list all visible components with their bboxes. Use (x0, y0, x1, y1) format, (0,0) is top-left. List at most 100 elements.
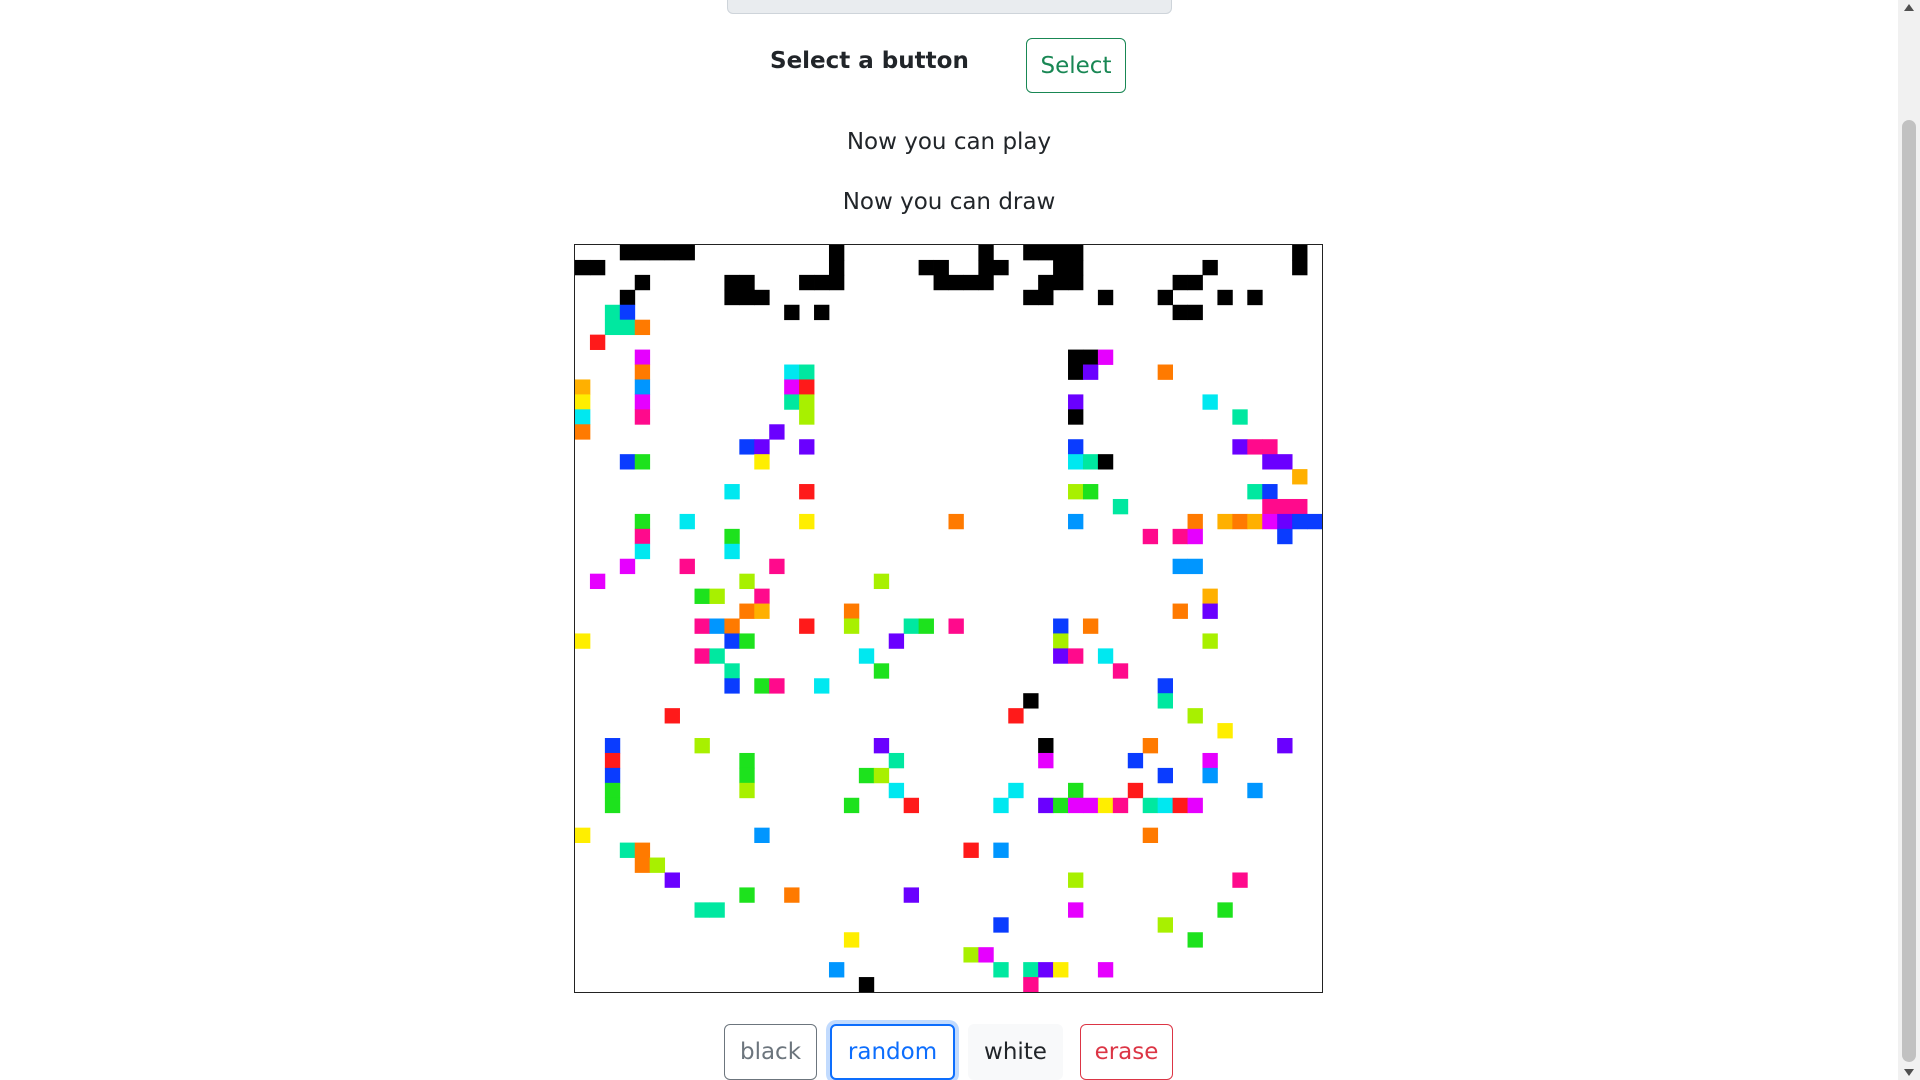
pixel-cell[interactable] (1038, 738, 1054, 754)
pixel-cell[interactable] (799, 394, 815, 410)
pixel-cell[interactable] (784, 394, 800, 410)
pixel-cell[interactable] (1038, 274, 1054, 291)
pixel-cell[interactable] (784, 304, 800, 321)
white-button[interactable]: white (968, 1024, 1063, 1080)
pixel-cell[interactable] (1217, 289, 1233, 306)
pixel-cell[interactable] (828, 962, 845, 978)
pixel-cell[interactable] (709, 618, 725, 634)
pixel-cell[interactable] (1232, 513, 1248, 530)
pixel-cell[interactable] (993, 259, 1009, 276)
pixel-cell[interactable] (843, 603, 860, 619)
pixel-cell[interactable] (1053, 633, 1069, 649)
pixel-cell[interactable] (754, 603, 770, 619)
pixel-cell[interactable] (1038, 752, 1054, 769)
pixel-cell[interactable] (903, 797, 920, 814)
pixel-cell[interactable] (1202, 752, 1218, 769)
scroll-up-arrow-icon[interactable] (1904, 4, 1914, 11)
random-button[interactable]: random (830, 1024, 955, 1080)
pixel-cell[interactable] (679, 513, 695, 530)
pixel-cell[interactable] (1127, 752, 1144, 769)
pixel-cell[interactable] (903, 887, 920, 903)
pixel-cell[interactable] (1172, 558, 1188, 575)
pixel-cell[interactable] (1112, 498, 1129, 515)
pixel-cell[interactable] (843, 932, 860, 948)
select-button[interactable]: Select (1026, 38, 1126, 93)
pixel-cell[interactable] (739, 289, 755, 306)
pixel-cell[interactable] (1262, 439, 1278, 455)
pixel-cell[interactable] (1068, 349, 1084, 365)
pixel-cell[interactable] (634, 319, 651, 336)
pixel-cell[interactable] (1068, 394, 1084, 410)
pixel-cell[interactable] (814, 304, 830, 321)
pixel-cell[interactable] (1023, 693, 1039, 709)
pixel-cell[interactable] (1202, 767, 1218, 784)
pixel-cell[interactable] (1202, 633, 1218, 649)
pixel-cell[interactable] (1277, 513, 1293, 530)
pixel-cell[interactable] (575, 394, 591, 410)
pixel-cell[interactable] (724, 543, 740, 560)
pixel-cell[interactable] (1307, 513, 1322, 530)
pixel-cell[interactable] (1187, 797, 1203, 814)
pixel-cell[interactable] (619, 304, 636, 321)
pixel-cell[interactable] (649, 245, 666, 261)
pixel-cell[interactable] (604, 797, 621, 814)
pixel-cell[interactable] (1097, 454, 1114, 470)
pixel-cell[interactable] (799, 618, 815, 634)
pixel-cell[interactable] (739, 887, 755, 903)
pixel-cell[interactable] (1292, 259, 1308, 276)
pixel-cell[interactable] (1053, 648, 1069, 664)
pixel-cell[interactable] (1082, 454, 1099, 470)
pixel-cell[interactable] (694, 738, 710, 754)
pixel-cell[interactable] (1023, 962, 1039, 978)
pixel-cell[interactable] (993, 962, 1009, 978)
pixel-cell[interactable] (1202, 259, 1218, 276)
pixel-cell[interactable] (1068, 648, 1084, 664)
pixel-cell[interactable] (1038, 962, 1054, 978)
pixel-cell[interactable] (1038, 289, 1054, 306)
pixel-cell[interactable] (724, 289, 740, 306)
pixel-cell[interactable] (799, 484, 815, 500)
pixel-cell[interactable] (1157, 678, 1173, 694)
pixel-cell[interactable] (1157, 767, 1173, 784)
pixel-cell[interactable] (1068, 245, 1084, 261)
pixel-cell[interactable] (828, 274, 845, 291)
pixel-cell[interactable] (694, 588, 710, 604)
pixel-cell[interactable] (948, 513, 964, 530)
pixel-cell[interactable] (1202, 603, 1218, 619)
pixel-cell[interactable] (1097, 289, 1114, 306)
pixel-cell[interactable] (575, 409, 591, 425)
pixel-cell[interactable] (963, 274, 979, 291)
pixel-cell[interactable] (724, 274, 740, 291)
pixel-cell[interactable] (1157, 364, 1173, 380)
pixel-cell[interactable] (1232, 439, 1248, 455)
pixel-cell[interactable] (799, 379, 815, 395)
pixel-cell[interactable] (1292, 469, 1308, 485)
pixel-cell[interactable] (1172, 528, 1188, 545)
pixel-cell[interactable] (963, 842, 979, 858)
pixel-cell[interactable] (1053, 618, 1069, 634)
pixel-cell[interactable] (634, 349, 651, 365)
pixel-cell[interactable] (754, 827, 770, 843)
pixel-cell[interactable] (604, 319, 621, 336)
pixel-cell[interactable] (1053, 962, 1069, 978)
pixel-cell[interactable] (918, 259, 934, 276)
pixel-cell[interactable] (634, 379, 651, 395)
pixel-cell[interactable] (1053, 274, 1069, 291)
pixel-cell[interactable] (1262, 498, 1278, 515)
pixel-cell[interactable] (575, 827, 591, 843)
pixel-cell[interactable] (1187, 304, 1203, 321)
pixel-cell[interactable] (933, 259, 949, 276)
pixel-cell[interactable] (1142, 738, 1159, 754)
pixel-cell[interactable] (604, 782, 621, 799)
pixel-cell[interactable] (1023, 289, 1039, 306)
pixel-cell[interactable] (873, 663, 890, 679)
pixel-cell[interactable] (575, 379, 591, 395)
pixel-cell[interactable] (1023, 977, 1039, 992)
pixel-cell[interactable] (799, 409, 815, 425)
pixel-cell[interactable] (634, 394, 651, 410)
pixel-cell[interactable] (634, 543, 651, 560)
pixel-cell[interactable] (843, 797, 860, 814)
pixel-cell[interactable] (1262, 454, 1278, 470)
pixel-cell[interactable] (903, 618, 920, 634)
pixel-cell[interactable] (724, 528, 740, 545)
